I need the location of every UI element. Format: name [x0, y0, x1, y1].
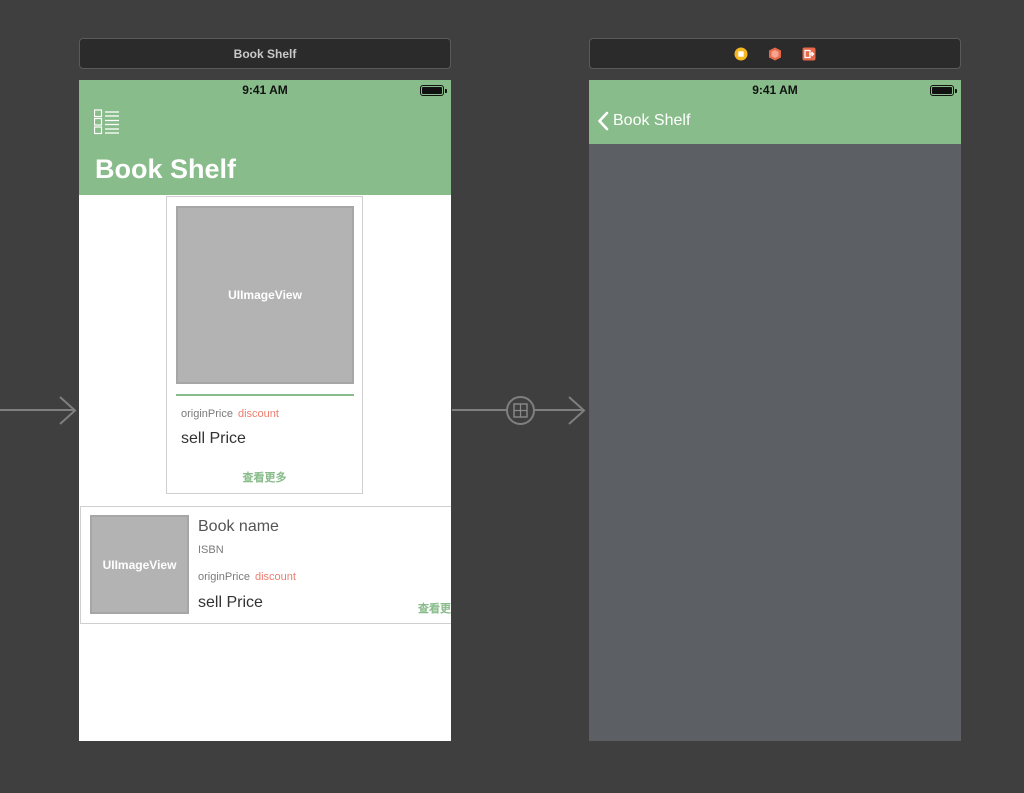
more-button[interactable]: 查看更多 [418, 600, 451, 616]
image-view-label: UIImageView [228, 288, 302, 302]
image-view-label: UIImageView [102, 557, 177, 572]
chevron-left-icon [598, 111, 609, 131]
price-row: originPrice discount [198, 571, 296, 583]
more-button[interactable]: 查看更多 [167, 469, 362, 485]
list-menu-icon[interactable] [94, 109, 120, 135]
detail-view-controller: Book Shelf 9:41 AM [589, 80, 961, 741]
status-time: 9:41 AM [242, 83, 288, 97]
battery-icon [420, 85, 447, 96]
segue-arrow-icon [568, 396, 586, 425]
discount-label: discount [237, 408, 279, 420]
status-bar: 9:41 AM [589, 80, 961, 100]
status-bar: 9:41 AM [79, 80, 451, 100]
divider [176, 394, 354, 396]
scene-title: Book Shelf [233, 46, 297, 61]
price-row: originPrice discount [181, 408, 279, 420]
origin-price-label: originPrice [198, 571, 250, 583]
book-name-label: Book name [198, 518, 279, 535]
isbn-label: ISBN [198, 544, 224, 556]
first-responder-icon[interactable] [768, 47, 782, 61]
bookshelf-view-controller: Book Shelf 9:41 AM UIImageView originPri… [79, 80, 451, 741]
cover-image-view: UIImageView [176, 206, 354, 384]
initial-arrow-icon [59, 396, 77, 425]
status-time: 9:41 AM [752, 83, 798, 97]
cover-image-view: UIImageView [90, 515, 189, 614]
scene-dock-bookshelf[interactable]: Book Shelf [79, 38, 451, 69]
book-grid-cell[interactable]: UIImageView originPrice discount sell Pr… [166, 196, 363, 494]
show-segue-icon [513, 403, 528, 418]
origin-price-label: originPrice [181, 408, 233, 420]
discount-label: discount [254, 571, 296, 583]
page-title: Book Shelf [95, 154, 237, 184]
exit-icon[interactable] [802, 47, 816, 61]
show-segue-badge[interactable] [506, 396, 535, 425]
back-button-label: Book Shelf [613, 112, 691, 129]
book-list-cell[interactable]: UIImageView Book name ISBN originPrice d… [80, 506, 451, 624]
scene-dock-detail[interactable] [589, 38, 961, 69]
sell-price-label: sell Price [198, 594, 263, 611]
battery-icon [930, 85, 957, 96]
sell-price-label: sell Price [181, 430, 246, 447]
back-button[interactable]: Book Shelf [597, 111, 690, 131]
view-controller-icon[interactable] [734, 47, 748, 61]
